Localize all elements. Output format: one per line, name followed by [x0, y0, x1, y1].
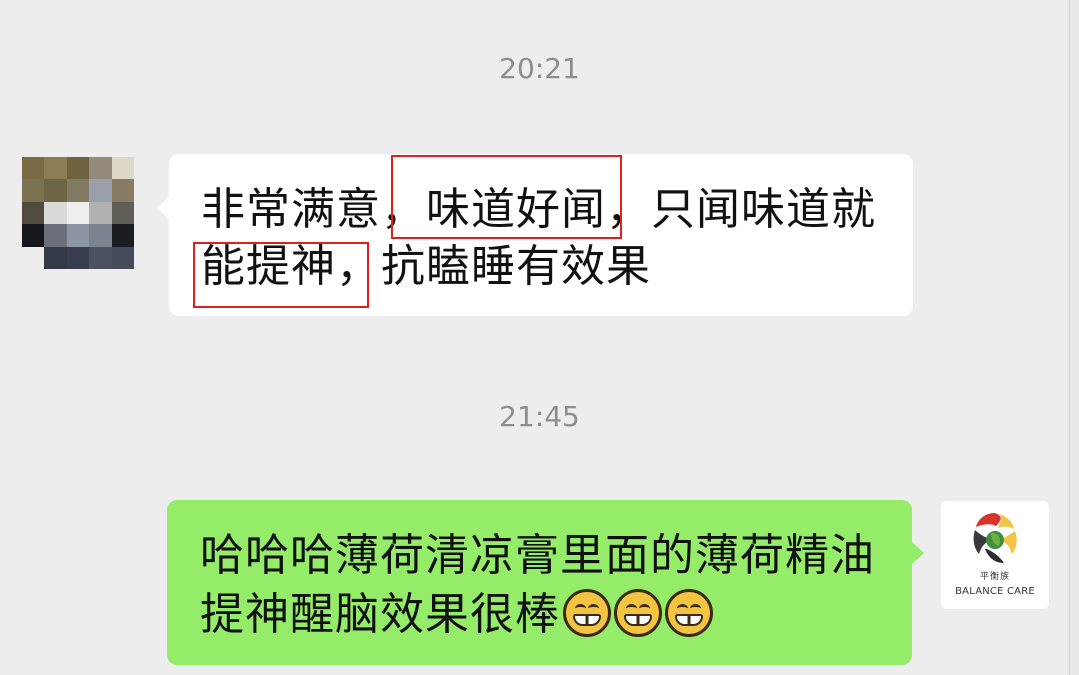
chat-scrollbar[interactable]	[1067, 0, 1079, 675]
timestamp-second: 21:45	[499, 400, 580, 433]
highlight-box-smell	[391, 155, 622, 239]
incoming-avatar[interactable]	[22, 157, 134, 269]
outgoing-avatar-balance-care[interactable]: 平衡族 BALANCE CARE	[941, 501, 1049, 609]
grin-emoji	[665, 589, 713, 637]
brand-english-name: BALANCE CARE	[955, 586, 1035, 597]
grin-emoji	[563, 589, 611, 637]
grin-emoji	[614, 589, 662, 637]
highlight-box-refresh	[193, 242, 369, 308]
brand-chinese-name: 平衡族	[979, 572, 1010, 582]
scrollbar-track-line	[1069, 0, 1070, 675]
timestamp-first: 20:21	[499, 52, 580, 85]
balance-care-logo-icon	[973, 513, 1017, 563]
outgoing-message-line-1: 哈哈哈薄荷清凉膏里面的薄荷精油	[200, 530, 875, 581]
outgoing-message-line-2-text: 提神醒脑效果很棒	[200, 589, 560, 640]
outgoing-message-line-2: 提神醒脑效果很棒	[200, 586, 713, 643]
